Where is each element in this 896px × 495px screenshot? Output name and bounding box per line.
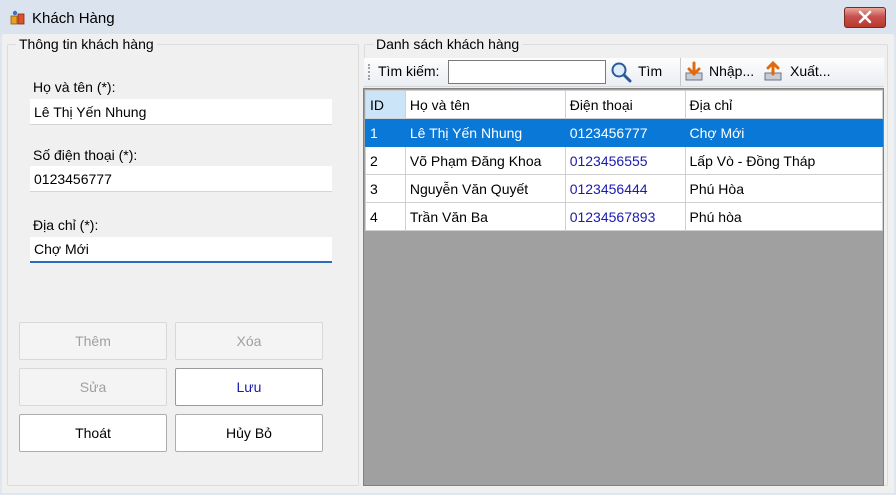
magnifier-icon	[611, 62, 632, 83]
cell-phone[interactable]: 0123456444	[564, 174, 686, 203]
export-icon	[764, 61, 782, 81]
save-button[interactable]: Lưu	[175, 368, 323, 406]
cell-name[interactable]: Nguyễn Văn Quyết	[404, 174, 566, 203]
window-title: Khách Hàng	[32, 10, 115, 27]
address-input[interactable]	[30, 237, 332, 263]
cancel-button[interactable]: Hủy Bỏ	[175, 414, 323, 452]
export-label: Xuất...	[790, 63, 831, 79]
table-row[interactable]: 3 Nguyễn Văn Quyết 0123456444 Phú Hòa	[365, 174, 883, 203]
cell-name[interactable]: Trần Văn Ba	[404, 202, 566, 231]
table-row[interactable]: 4 Trần Văn Ba 01234567893 Phú hòa	[365, 202, 883, 231]
cell-address[interactable]: Lấp Vò - Đồng Tháp	[684, 146, 883, 175]
import-button[interactable]: Nhập...	[680, 58, 757, 86]
cell-id[interactable]: 1	[365, 118, 406, 147]
edit-button[interactable]: Sửa	[19, 368, 167, 406]
column-header-name[interactable]: Họ và tên	[404, 90, 566, 119]
app-icon	[10, 10, 25, 25]
import-icon	[685, 61, 703, 81]
cell-name[interactable]: Lê Thị Yến Nhung	[404, 118, 566, 147]
toolbar: Tìm kiếm: Tìm Nhập... Xuất...	[364, 58, 884, 87]
title-bar[interactable]: Khách Hàng	[0, 0, 896, 36]
customer-window: Khách Hàng Thông tin khách hàng Họ và tê…	[0, 0, 896, 495]
name-input[interactable]	[30, 99, 332, 125]
cell-id[interactable]: 2	[365, 146, 406, 175]
table-row[interactable]: 1 Lê Thị Yến Nhung 0123456777 Chợ Mới	[365, 118, 883, 147]
column-header-address[interactable]: Địa chỉ	[684, 90, 883, 119]
export-button[interactable]: Xuất...	[762, 58, 834, 86]
cell-id[interactable]: 3	[365, 174, 406, 203]
close-icon	[858, 10, 872, 24]
table-row[interactable]: 2 Võ Phạm Đăng Khoa 0123456555 Lấp Vò - …	[365, 146, 883, 175]
address-label: Địa chỉ (*):	[33, 217, 99, 233]
cell-phone[interactable]: 0123456555	[564, 146, 686, 175]
column-header-id[interactable]: ID	[365, 90, 406, 119]
import-label: Nhập...	[709, 63, 755, 79]
delete-button[interactable]: Xóa	[175, 322, 323, 360]
phone-label: Số điện thoại (*):	[33, 147, 138, 163]
find-label: Tìm	[638, 63, 663, 79]
cell-name[interactable]: Võ Phạm Đăng Khoa	[404, 146, 566, 175]
search-input[interactable]	[448, 60, 606, 84]
close-button[interactable]	[844, 7, 886, 28]
customer-info-legend: Thông tin khách hàng	[19, 36, 154, 52]
cell-phone[interactable]: 0123456777	[564, 118, 686, 147]
customer-list-legend: Danh sách khách hàng	[376, 36, 520, 52]
table-header-row: ID Họ và tên Điện thoại Địa chỉ	[365, 90, 883, 119]
cell-address[interactable]: Phú hòa	[684, 202, 883, 231]
cell-address[interactable]: Chợ Mới	[684, 118, 883, 147]
search-label: Tìm kiếm:	[378, 63, 440, 79]
customer-table[interactable]: ID Họ và tên Điện thoại Địa chỉ 1 Lê Thị…	[363, 88, 884, 486]
cell-id[interactable]: 4	[365, 202, 406, 231]
name-label: Họ và tên (*):	[33, 79, 116, 95]
add-button[interactable]: Thêm	[19, 322, 167, 360]
toolbar-grip[interactable]	[368, 64, 372, 80]
cell-phone[interactable]: 01234567893	[564, 202, 686, 231]
exit-button[interactable]: Thoát	[19, 414, 167, 452]
phone-input[interactable]	[30, 166, 332, 192]
find-button[interactable]: Tìm	[610, 58, 668, 86]
cell-address[interactable]: Phú Hòa	[684, 174, 883, 203]
column-header-phone[interactable]: Điện thoại	[564, 90, 686, 119]
